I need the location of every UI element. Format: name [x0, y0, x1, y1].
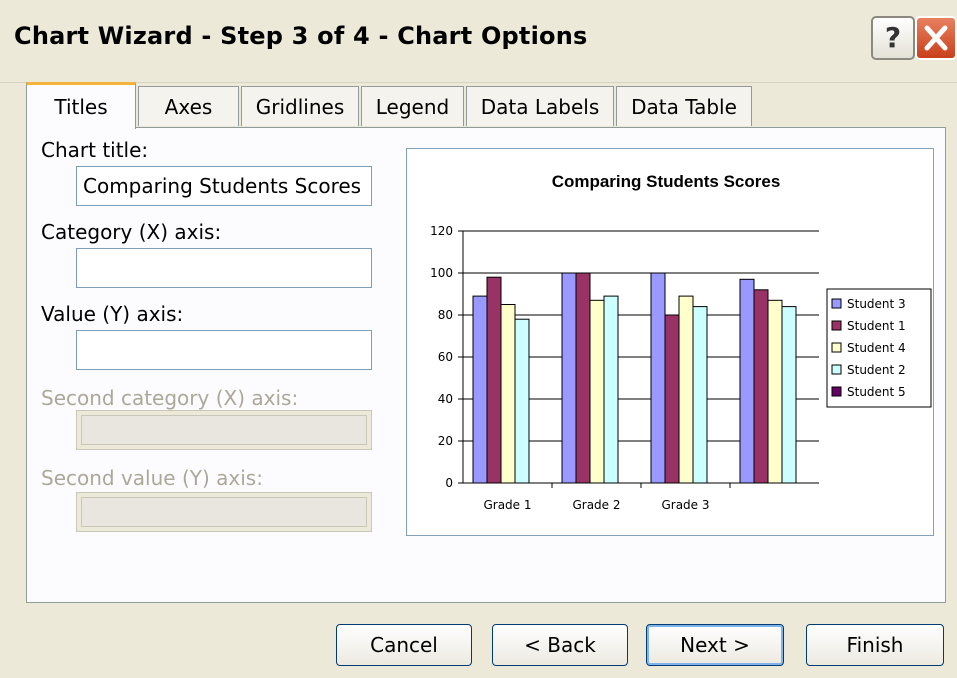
tab-label: Axes	[164, 95, 213, 119]
tab-data-table[interactable]: Data Table	[616, 86, 752, 126]
bar	[767, 299, 783, 484]
chart-title-input[interactable]	[76, 166, 372, 206]
bar	[514, 318, 530, 484]
cancel-label: Cancel	[370, 633, 438, 657]
chart-svg: Comparing Students Scores 0 20 40 60 80 100 120…	[430, 172, 932, 512]
help-button[interactable]: ?	[871, 16, 915, 60]
y-tick-label: 0	[445, 476, 453, 490]
chart-title-label: Chart title:	[41, 138, 149, 162]
legend-label: Student 2	[847, 363, 906, 377]
tab-titles[interactable]: Titles	[26, 82, 136, 129]
chart-wizard-dialog: Chart Wizard - Step 3 of 4 - Chart Optio…	[0, 0, 957, 678]
chart-title: Comparing Students Scores	[552, 172, 781, 191]
window-title: Chart Wizard - Step 3 of 4 - Chart Optio…	[14, 22, 588, 50]
second-category-x-axis-label: Second category (X) axis:	[41, 386, 299, 410]
legend-label: Student 3	[847, 297, 906, 311]
bar	[781, 306, 797, 484]
y-tick-label: 100	[430, 266, 453, 280]
legend-swatch	[831, 386, 842, 397]
category-x-axis-label: Category (X) axis:	[41, 220, 222, 244]
legend-label: Student 5	[847, 385, 906, 399]
help-icon: ?	[884, 21, 902, 54]
tab-label: Gridlines	[255, 95, 345, 119]
legend-swatch	[831, 320, 842, 331]
cancel-button[interactable]: Cancel	[336, 624, 472, 666]
title-bar: Chart Wizard - Step 3 of 4 - Chart Optio…	[0, 0, 957, 83]
tab-axes[interactable]: Axes	[138, 86, 239, 126]
bar	[500, 304, 516, 484]
y-tick-label: 120	[430, 224, 453, 238]
bar	[678, 295, 694, 484]
tab-label: Data Table	[631, 95, 737, 119]
second-value-y-axis-label: Second value (Y) axis:	[41, 466, 263, 490]
bar	[589, 299, 605, 484]
y-tick-label: 20	[438, 434, 453, 448]
x-tick-label: Grade 1	[483, 498, 531, 512]
bar	[664, 314, 680, 484]
titles-panel: Chart title: Category (X) axis: Value (Y…	[26, 127, 946, 603]
y-tick-label: 80	[438, 308, 453, 322]
back-button[interactable]: < Back	[492, 624, 628, 666]
tab-label: Legend	[375, 95, 450, 119]
y-tick-label: 60	[438, 350, 453, 364]
bar	[575, 272, 591, 484]
value-y-axis-input[interactable]	[76, 330, 372, 370]
bar	[692, 306, 708, 484]
second-category-x-axis-input	[76, 410, 372, 450]
bar	[561, 272, 577, 484]
y-tick-label: 40	[438, 392, 453, 406]
legend-swatch	[831, 298, 842, 309]
tab-gridlines[interactable]: Gridlines	[241, 86, 359, 126]
next-button[interactable]: Next >	[646, 624, 784, 666]
value-y-axis-label: Value (Y) axis:	[41, 302, 184, 326]
next-label: Next >	[680, 633, 750, 657]
finish-label: Finish	[846, 633, 904, 657]
bar	[739, 278, 755, 484]
bar	[603, 295, 619, 484]
x-tick-label: Grade 2	[572, 498, 620, 512]
tab-label: Data Labels	[480, 95, 600, 119]
tab-data-labels[interactable]: Data Labels	[466, 86, 614, 126]
legend-label: Student 1	[847, 319, 906, 333]
finish-button[interactable]: Finish	[806, 624, 944, 666]
close-button[interactable]	[915, 16, 957, 60]
tab-label: Titles	[54, 95, 108, 119]
legend-swatch	[831, 342, 842, 353]
category-x-axis-input[interactable]	[76, 248, 372, 288]
legend-label: Student 4	[847, 341, 906, 355]
back-label: < Back	[524, 633, 596, 657]
tab-legend[interactable]: Legend	[361, 86, 464, 126]
legend-swatch	[831, 364, 842, 375]
close-icon	[924, 25, 948, 51]
bar	[486, 276, 502, 484]
x-tick-label: Grade 3	[661, 498, 709, 512]
second-value-y-axis-input	[76, 492, 372, 532]
bar	[472, 295, 488, 484]
bar	[650, 272, 666, 484]
chart-preview: Comparing Students Scores 0 20 40 60 80 100 120…	[406, 148, 934, 536]
bar	[753, 289, 769, 484]
